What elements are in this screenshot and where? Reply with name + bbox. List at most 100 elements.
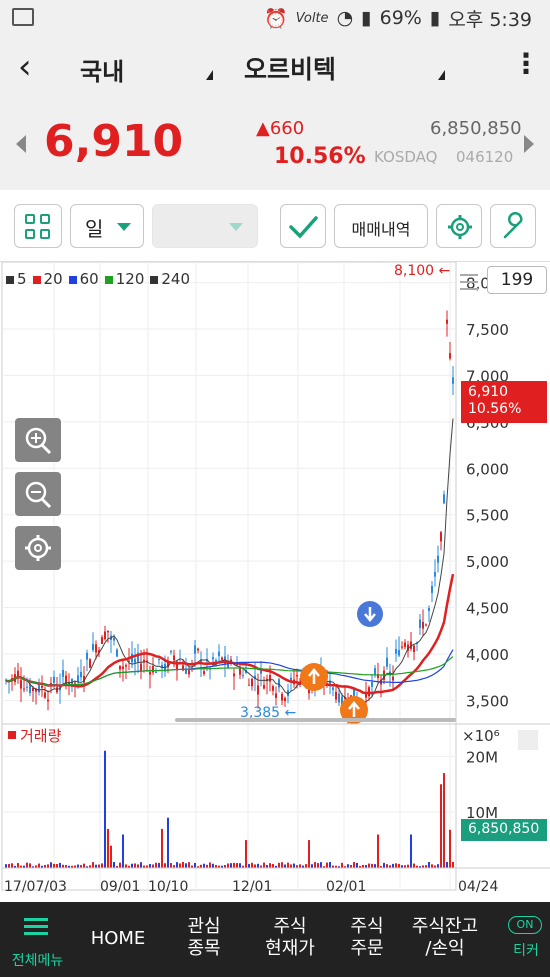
candle-body: [56, 687, 58, 693]
volume-tick-label: 20M: [466, 748, 498, 766]
nav-home[interactable]: HOME: [75, 902, 161, 977]
legend-ma20: 20: [32, 270, 63, 288]
candle-body: [332, 687, 334, 690]
nav-stock-order[interactable]: 주식 주문: [333, 902, 401, 977]
volume-bar: [440, 784, 442, 868]
volume-bar: [377, 834, 379, 868]
price-change: ▲660: [256, 118, 304, 139]
chart-canvas: 8,0007,5007,0006,5006,0005,5005,0004,500…: [1, 261, 550, 895]
confirm-button[interactable]: [280, 204, 326, 248]
candle-count-input[interactable]: 199: [487, 266, 547, 294]
volume-bar: [212, 863, 214, 868]
price-tick-label: 6,000: [466, 460, 509, 478]
volume-bar: [326, 862, 328, 868]
price-change-value: 660: [269, 118, 305, 139]
layout-grid-button[interactable]: [14, 204, 62, 248]
candle-body: [44, 692, 46, 698]
candle-body: [62, 670, 64, 677]
candle-body: [296, 675, 298, 677]
stock-dropdown-icon[interactable]: [438, 70, 445, 80]
market-dropdown-icon[interactable]: [206, 70, 213, 80]
candle-body: [452, 377, 454, 384]
volume-bar: [347, 864, 349, 868]
candle-body: [251, 678, 253, 687]
network-label: Volte: [295, 10, 329, 26]
status-bar: ⏰ Volte ◔ ▮ 69% ▮ 오후 5:39: [0, 0, 550, 36]
candle-body: [113, 637, 115, 641]
trade-history-button[interactable]: 매매내역: [334, 204, 428, 248]
nav-balance[interactable]: 주식잔고/손익: [401, 902, 489, 977]
volume-bar: [329, 861, 331, 868]
marker-price: 6,910: [468, 384, 509, 400]
price-chart[interactable]: 8,0007,5007,0006,5006,0005,5005,0004,500…: [0, 261, 550, 902]
volume-bar: [287, 862, 289, 868]
volume-bar: [11, 863, 13, 868]
nav-watchlist-line2: 종목: [187, 938, 221, 959]
volume-bar: [248, 864, 250, 868]
candle-body: [134, 658, 136, 663]
chart-scrollbar: [175, 718, 456, 722]
next-stock-icon[interactable]: [524, 135, 534, 153]
volume-bar: [29, 863, 31, 868]
candle-body: [86, 652, 88, 660]
volume-bar: [83, 863, 85, 868]
ticker-label: 티커: [513, 943, 539, 959]
volume-bar: [140, 862, 142, 868]
indicator-select[interactable]: [152, 204, 258, 248]
chart-options-button[interactable]: [15, 526, 61, 570]
stock-name-select[interactable]: 오르비텍: [244, 50, 336, 86]
volume-bar: [446, 861, 448, 868]
volume-bar: [53, 863, 55, 868]
ticker-toggle[interactable]: ON 티커: [508, 916, 544, 964]
zoom-out-button[interactable]: [15, 472, 61, 516]
date-tick-label: 04/24: [458, 879, 498, 895]
candle-body: [95, 644, 97, 653]
candle-body: [140, 663, 142, 672]
volume-bar: [110, 845, 112, 868]
more-vert-icon[interactable]: ⋮: [512, 50, 540, 78]
market-select[interactable]: 국내: [80, 52, 124, 87]
volume-bar: [374, 864, 376, 868]
prev-stock-icon[interactable]: [16, 135, 26, 153]
date-tick-label: 12/01: [232, 879, 272, 895]
candle-body: [440, 532, 442, 542]
volume-bar: [272, 863, 274, 868]
candle-body: [425, 624, 427, 626]
ma-legend: 5 20 60 120 240: [6, 270, 190, 288]
price-tick-label: 4,000: [466, 646, 509, 664]
chart-settings-button[interactable]: [436, 204, 482, 248]
candle-body: [203, 671, 205, 674]
nav-watchlist[interactable]: 관심 종목: [161, 902, 247, 977]
nav-all-menu[interactable]: 전체메뉴: [0, 902, 75, 977]
volume-bar: [314, 862, 316, 868]
battery-level: 69%: [379, 7, 422, 29]
volume-bar: [245, 840, 247, 868]
volume-bar: [137, 864, 139, 868]
candle-body: [77, 675, 79, 683]
drawing-tool-button[interactable]: [490, 204, 536, 248]
volume-bar: [170, 863, 172, 868]
volume-bar: [152, 864, 154, 868]
nav-stock-price[interactable]: 주식 현재가: [247, 902, 333, 977]
quote-panel: 6,910 ▲660 10.56% 6,850,850 KOSDAQ 04612…: [0, 100, 550, 190]
nav-watchlist-line1: 관심: [187, 916, 221, 937]
volume-bar: [38, 863, 40, 868]
volume-bar: [161, 828, 163, 868]
volume-bar: [386, 864, 388, 868]
back-button[interactable]: ‹: [18, 50, 32, 84]
volume-bar: [311, 864, 313, 868]
volume-bar: [155, 862, 157, 868]
volume-bar: [98, 864, 100, 868]
volume-bar: [104, 750, 106, 868]
volume-bar: [17, 863, 19, 868]
price-tick-label: 5,500: [466, 507, 509, 525]
zoom-in-button[interactable]: [15, 418, 61, 462]
zoom-out-icon: [25, 481, 52, 509]
volume-bar: [236, 863, 238, 868]
candle-body: [263, 685, 265, 689]
candle-body: [449, 353, 451, 359]
candle-body: [338, 693, 340, 703]
period-select[interactable]: 일: [70, 204, 144, 248]
volume-bar: [413, 863, 415, 868]
volume-bar: [5, 864, 7, 868]
